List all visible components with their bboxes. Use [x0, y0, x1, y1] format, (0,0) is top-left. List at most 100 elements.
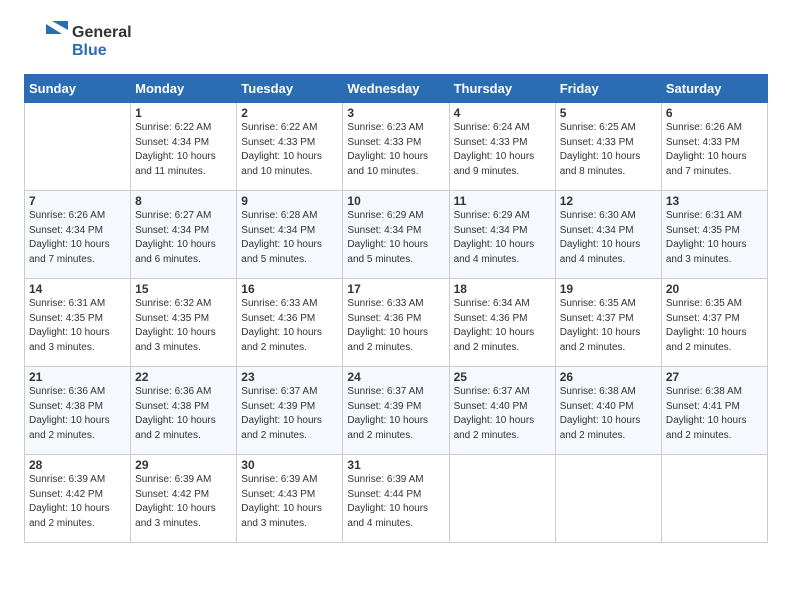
day-number: 4	[454, 106, 551, 120]
calendar-cell	[25, 103, 131, 191]
calendar-header-row: SundayMondayTuesdayWednesdayThursdayFrid…	[25, 75, 768, 103]
calendar-cell: 30Sunrise: 6:39 AM Sunset: 4:43 PM Dayli…	[237, 455, 343, 543]
calendar-cell: 6Sunrise: 6:26 AM Sunset: 4:33 PM Daylig…	[661, 103, 767, 191]
calendar-cell: 2Sunrise: 6:22 AM Sunset: 4:33 PM Daylig…	[237, 103, 343, 191]
day-info: Sunrise: 6:39 AM Sunset: 4:44 PM Dayligh…	[347, 473, 444, 531]
calendar-cell	[661, 455, 767, 543]
day-info: Sunrise: 6:26 AM Sunset: 4:34 PM Dayligh…	[29, 209, 126, 267]
calendar-cell: 14Sunrise: 6:31 AM Sunset: 4:35 PM Dayli…	[25, 279, 131, 367]
day-info: Sunrise: 6:23 AM Sunset: 4:33 PM Dayligh…	[347, 121, 444, 179]
calendar-cell	[449, 455, 555, 543]
day-number: 29	[135, 458, 232, 472]
day-of-week-header: Monday	[131, 75, 237, 103]
day-number: 1	[135, 106, 232, 120]
calendar-cell: 20Sunrise: 6:35 AM Sunset: 4:37 PM Dayli…	[661, 279, 767, 367]
day-info: Sunrise: 6:36 AM Sunset: 4:38 PM Dayligh…	[135, 385, 232, 443]
calendar: SundayMondayTuesdayWednesdayThursdayFrid…	[24, 74, 768, 543]
day-number: 15	[135, 282, 232, 296]
day-info: Sunrise: 6:34 AM Sunset: 4:36 PM Dayligh…	[454, 297, 551, 355]
day-info: Sunrise: 6:22 AM Sunset: 4:33 PM Dayligh…	[241, 121, 338, 179]
logo-general: General	[72, 24, 132, 42]
day-info: Sunrise: 6:24 AM Sunset: 4:33 PM Dayligh…	[454, 121, 551, 179]
day-info: Sunrise: 6:33 AM Sunset: 4:36 PM Dayligh…	[241, 297, 338, 355]
calendar-cell	[555, 455, 661, 543]
logo-blue: Blue	[72, 42, 132, 60]
day-number: 27	[666, 370, 763, 384]
day-info: Sunrise: 6:32 AM Sunset: 4:35 PM Dayligh…	[135, 297, 232, 355]
calendar-cell: 24Sunrise: 6:37 AM Sunset: 4:39 PM Dayli…	[343, 367, 449, 455]
calendar-cell: 11Sunrise: 6:29 AM Sunset: 4:34 PM Dayli…	[449, 191, 555, 279]
day-info: Sunrise: 6:37 AM Sunset: 4:39 PM Dayligh…	[241, 385, 338, 443]
calendar-cell: 19Sunrise: 6:35 AM Sunset: 4:37 PM Dayli…	[555, 279, 661, 367]
calendar-cell: 29Sunrise: 6:39 AM Sunset: 4:42 PM Dayli…	[131, 455, 237, 543]
day-number: 14	[29, 282, 126, 296]
day-number: 10	[347, 194, 444, 208]
day-info: Sunrise: 6:31 AM Sunset: 4:35 PM Dayligh…	[666, 209, 763, 267]
day-info: Sunrise: 6:29 AM Sunset: 4:34 PM Dayligh…	[347, 209, 444, 267]
day-number: 25	[454, 370, 551, 384]
calendar-cell: 10Sunrise: 6:29 AM Sunset: 4:34 PM Dayli…	[343, 191, 449, 279]
calendar-cell: 7Sunrise: 6:26 AM Sunset: 4:34 PM Daylig…	[25, 191, 131, 279]
day-number: 20	[666, 282, 763, 296]
day-info: Sunrise: 6:31 AM Sunset: 4:35 PM Dayligh…	[29, 297, 126, 355]
day-info: Sunrise: 6:37 AM Sunset: 4:39 PM Dayligh…	[347, 385, 444, 443]
day-of-week-header: Wednesday	[343, 75, 449, 103]
day-info: Sunrise: 6:38 AM Sunset: 4:40 PM Dayligh…	[560, 385, 657, 443]
calendar-cell: 5Sunrise: 6:25 AM Sunset: 4:33 PM Daylig…	[555, 103, 661, 191]
logo-name: General Blue	[72, 24, 132, 61]
day-number: 5	[560, 106, 657, 120]
day-info: Sunrise: 6:33 AM Sunset: 4:36 PM Dayligh…	[347, 297, 444, 355]
day-number: 17	[347, 282, 444, 296]
calendar-cell: 21Sunrise: 6:36 AM Sunset: 4:38 PM Dayli…	[25, 367, 131, 455]
day-number: 30	[241, 458, 338, 472]
logo: General Blue	[24, 20, 132, 64]
calendar-cell: 17Sunrise: 6:33 AM Sunset: 4:36 PM Dayli…	[343, 279, 449, 367]
day-info: Sunrise: 6:39 AM Sunset: 4:42 PM Dayligh…	[135, 473, 232, 531]
calendar-cell: 8Sunrise: 6:27 AM Sunset: 4:34 PM Daylig…	[131, 191, 237, 279]
calendar-cell: 3Sunrise: 6:23 AM Sunset: 4:33 PM Daylig…	[343, 103, 449, 191]
day-number: 8	[135, 194, 232, 208]
day-info: Sunrise: 6:26 AM Sunset: 4:33 PM Dayligh…	[666, 121, 763, 179]
calendar-cell: 16Sunrise: 6:33 AM Sunset: 4:36 PM Dayli…	[237, 279, 343, 367]
day-number: 16	[241, 282, 338, 296]
calendar-cell: 18Sunrise: 6:34 AM Sunset: 4:36 PM Dayli…	[449, 279, 555, 367]
day-info: Sunrise: 6:37 AM Sunset: 4:40 PM Dayligh…	[454, 385, 551, 443]
day-of-week-header: Tuesday	[237, 75, 343, 103]
logo-text-row: General Blue	[24, 20, 132, 64]
day-number: 2	[241, 106, 338, 120]
calendar-cell: 15Sunrise: 6:32 AM Sunset: 4:35 PM Dayli…	[131, 279, 237, 367]
day-of-week-header: Saturday	[661, 75, 767, 103]
day-info: Sunrise: 6:25 AM Sunset: 4:33 PM Dayligh…	[560, 121, 657, 179]
calendar-cell: 22Sunrise: 6:36 AM Sunset: 4:38 PM Dayli…	[131, 367, 237, 455]
day-info: Sunrise: 6:39 AM Sunset: 4:43 PM Dayligh…	[241, 473, 338, 531]
calendar-cell: 1Sunrise: 6:22 AM Sunset: 4:34 PM Daylig…	[131, 103, 237, 191]
day-info: Sunrise: 6:30 AM Sunset: 4:34 PM Dayligh…	[560, 209, 657, 267]
header: General Blue	[24, 20, 768, 64]
day-number: 3	[347, 106, 444, 120]
day-number: 13	[666, 194, 763, 208]
calendar-cell: 26Sunrise: 6:38 AM Sunset: 4:40 PM Dayli…	[555, 367, 661, 455]
day-number: 28	[29, 458, 126, 472]
calendar-week-row: 21 Sunrise: 6:36 AM Sunset: 4:38 PM Dayli…	[25, 367, 768, 455]
day-number: 9	[241, 194, 338, 208]
calendar-week-row: 1Sunrise: 6:22 AM Sunset: 4:34 PM Daylig…	[25, 103, 768, 191]
calendar-week-row: 7Sunrise: 6:26 AM Sunset: 4:34 PM Daylig…	[25, 191, 768, 279]
day-number: 19	[560, 282, 657, 296]
logo-container: General Blue	[24, 20, 132, 64]
day-number: 22	[135, 370, 232, 384]
day-of-week-header: Friday	[555, 75, 661, 103]
day-of-week-header: Sunday	[25, 75, 131, 103]
day-info: Sunrise: 6:35 AM Sunset: 4:37 PM Dayligh…	[560, 297, 657, 355]
calendar-cell: 31Sunrise: 6:39 AM Sunset: 4:44 PM Dayli…	[343, 455, 449, 543]
day-info: Sunrise: 6:35 AM Sunset: 4:37 PM Dayligh…	[666, 297, 763, 355]
calendar-cell: 23Sunrise: 6:37 AM Sunset: 4:39 PM Dayli…	[237, 367, 343, 455]
day-info: Sunrise: 6:27 AM Sunset: 4:34 PM Dayligh…	[135, 209, 232, 267]
day-number: 21	[29, 370, 126, 384]
calendar-cell: 28Sunrise: 6:39 AM Sunset: 4:42 PM Dayli…	[25, 455, 131, 543]
day-number: 6	[666, 106, 763, 120]
day-number: 31	[347, 458, 444, 472]
day-info: Sunrise: 6:39 AM Sunset: 4:42 PM Dayligh…	[29, 473, 126, 531]
calendar-week-row: 28Sunrise: 6:39 AM Sunset: 4:42 PM Dayli…	[25, 455, 768, 543]
day-of-week-header: Thursday	[449, 75, 555, 103]
day-info: Sunrise: 6:29 AM Sunset: 4:34 PM Dayligh…	[454, 209, 551, 267]
